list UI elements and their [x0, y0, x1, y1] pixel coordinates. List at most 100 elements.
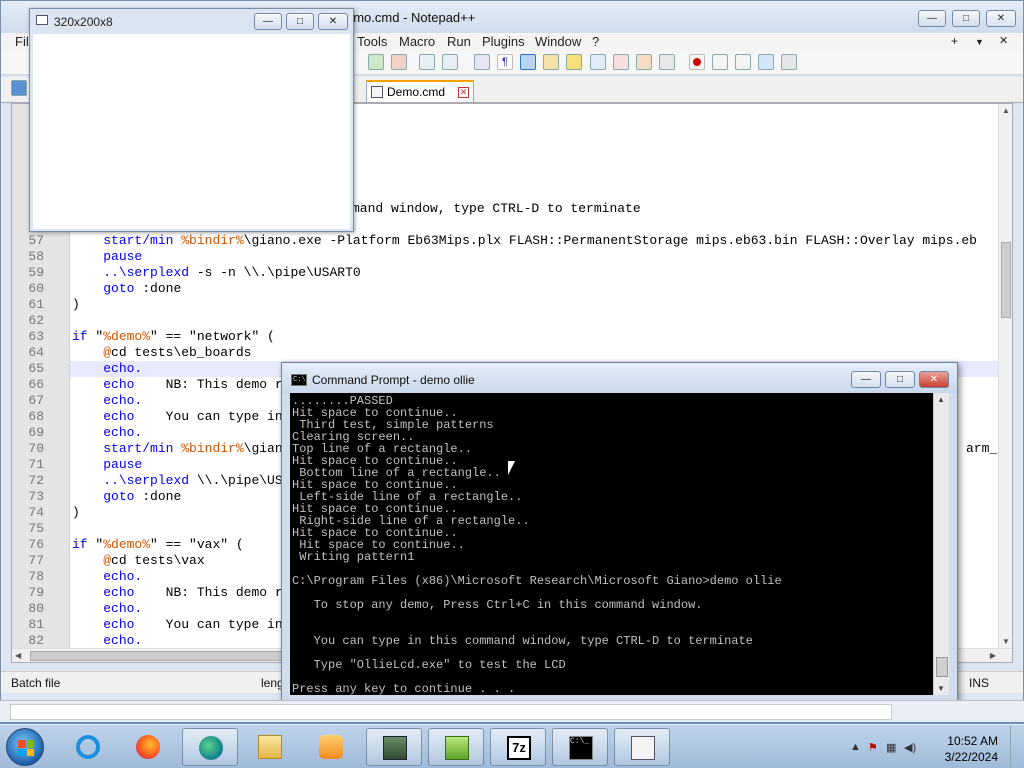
menu-run[interactable]: Run	[447, 34, 471, 49]
play-macro-icon[interactable]	[735, 54, 751, 70]
code-line: goto :done	[72, 281, 181, 297]
console-scrollbar[interactable]: ▲ ▼	[933, 393, 949, 695]
code-token: if	[72, 329, 96, 344]
tab-demo-cmd[interactable]: Demo.cmd ✕	[366, 80, 474, 102]
indent-guide-icon[interactable]	[520, 54, 536, 70]
console-line: Third test, simple patterns	[292, 418, 494, 432]
scroll-down-icon[interactable]: ▼	[1002, 637, 1010, 646]
show-desktop-button[interactable]	[1010, 725, 1024, 768]
scroll-left-icon[interactable]: ◀	[15, 651, 21, 660]
minimize-button[interactable]: —	[851, 371, 881, 388]
code-line: echo.	[72, 601, 142, 617]
function-list-icon[interactable]	[590, 54, 606, 70]
console-output[interactable]: Press any key to continue . . . Type "Ol…	[290, 393, 933, 695]
line-number: 74	[28, 505, 44, 520]
taskbar: 7z C:\_ ▲ ⚑ ▦ ◀) 10:52 AM 3/22/2024	[0, 724, 1024, 768]
scroll-up-icon[interactable]: ▲	[1002, 106, 1010, 115]
vertical-scrollbar[interactable]: ▲ ▼	[998, 104, 1012, 648]
save-macro-icon[interactable]	[781, 54, 797, 70]
close-button[interactable]: ✕	[919, 371, 949, 388]
code-token: NB: This demo r	[134, 377, 283, 392]
start-button[interactable]	[6, 728, 44, 766]
code-token: pause	[103, 249, 143, 264]
user-lang-icon[interactable]	[543, 54, 559, 70]
taskbar-file-explorer[interactable]	[242, 728, 298, 766]
circuit-board-icon	[383, 736, 407, 760]
folder-workspace-icon[interactable]	[613, 54, 629, 70]
zoom-in-icon[interactable]	[368, 54, 384, 70]
sync-horizontal-icon[interactable]	[442, 54, 458, 70]
zoom-out-icon[interactable]	[391, 54, 407, 70]
code-token: echo.	[103, 393, 143, 408]
lcd-display-area[interactable]	[33, 34, 350, 229]
taskbar-7zip[interactable]: 7z	[490, 728, 546, 766]
run-macro-multiple-icon[interactable]	[758, 54, 774, 70]
lcd-window-320x200: 320x200x8 — □ ✕	[29, 8, 354, 232]
maximize-button[interactable]: □	[885, 371, 915, 388]
action-center-icon[interactable]: ⚑	[868, 741, 878, 754]
close-button[interactable]: ✕	[318, 13, 348, 30]
doc-map-icon[interactable]	[566, 54, 582, 70]
show-hidden-icons-icon[interactable]: ▲	[850, 741, 861, 753]
word-wrap-icon[interactable]	[474, 54, 490, 70]
code-token: echo	[103, 585, 135, 600]
scroll-down-icon[interactable]: ▼	[937, 684, 945, 693]
monitoring-eye-icon[interactable]	[659, 54, 675, 70]
lcd-title-bar[interactable]: 320x200x8 — □ ✕	[30, 9, 353, 33]
menu-help[interactable]: ?	[592, 34, 599, 49]
console-line: C:\Program Files (x86)\Microsoft Researc…	[292, 574, 782, 588]
menu-plugins[interactable]: Plugins	[482, 34, 525, 49]
menu-macro[interactable]: Macro	[399, 34, 435, 49]
command-prompt-window: C:\ Command Prompt - demo ollie — □ ✕ Pr…	[281, 362, 958, 702]
close-button[interactable]: ✕	[986, 10, 1016, 27]
record-macro-icon[interactable]	[689, 54, 705, 70]
line-number: 77	[28, 553, 44, 568]
command-prompt-icon: C:\_	[569, 736, 593, 760]
tab-nav-icon[interactable]	[11, 80, 27, 96]
tab-list-down-icon[interactable]: ▼	[975, 37, 984, 47]
scroll-thumb[interactable]	[30, 651, 290, 661]
menu-window[interactable]: Window	[535, 34, 581, 49]
taskbar-firefox[interactable]	[120, 728, 176, 766]
scroll-right-icon[interactable]: ▶	[990, 651, 996, 660]
minimize-button[interactable]: —	[254, 13, 282, 30]
minimize-button[interactable]: —	[918, 10, 946, 27]
close-tab-icon[interactable]: ✕	[458, 86, 469, 98]
taskbar-vm-console[interactable]	[366, 728, 422, 766]
window-title: emo.cmd - Notepad++	[346, 10, 476, 25]
open-folder-icon[interactable]	[636, 54, 652, 70]
taskbar-media-player[interactable]	[303, 728, 359, 766]
taskbar-document-viewer[interactable]	[614, 728, 670, 766]
menu-tools[interactable]: Tools	[357, 34, 387, 49]
cmd-title-bar[interactable]: C:\ Command Prompt - demo ollie — □ ✕	[282, 363, 957, 393]
code-token: echo	[103, 409, 135, 424]
maximize-button[interactable]: □	[952, 10, 980, 27]
code-token: start/min	[103, 233, 182, 248]
taskbar-internet-explorer[interactable]	[60, 728, 116, 766]
close-doc-icon[interactable]: ✕	[999, 34, 1008, 47]
taskbar-edge[interactable]	[182, 728, 238, 766]
scroll-thumb[interactable]	[1001, 242, 1011, 318]
maximize-button[interactable]: □	[286, 13, 314, 30]
sync-vertical-icon[interactable]	[419, 54, 435, 70]
console-line: To stop any demo, Press Ctrl+C in this c…	[292, 598, 703, 612]
taskbar-command-prompt[interactable]: C:\_	[552, 728, 608, 766]
scroll-up-icon[interactable]: ▲	[937, 395, 945, 404]
new-tab-plus-icon[interactable]: +	[951, 34, 958, 48]
taskbar-notepad-plus-plus[interactable]	[428, 728, 484, 766]
code-token: cd tests\eb_boards	[111, 345, 252, 360]
scroll-thumb[interactable]	[936, 657, 948, 677]
network-icon[interactable]: ▦	[886, 741, 896, 754]
pilcrow-icon[interactable]: ¶	[497, 54, 513, 70]
menu-file[interactable]: Fil	[15, 34, 29, 49]
volume-icon[interactable]: ◀)	[904, 741, 916, 754]
stop-macro-icon[interactable]	[712, 54, 728, 70]
clock[interactable]: 10:52 AM 3/22/2024	[945, 733, 998, 765]
lcd-window-title: 320x200x8	[54, 15, 113, 29]
code-line: @cd tests\eb_boards	[72, 345, 251, 361]
